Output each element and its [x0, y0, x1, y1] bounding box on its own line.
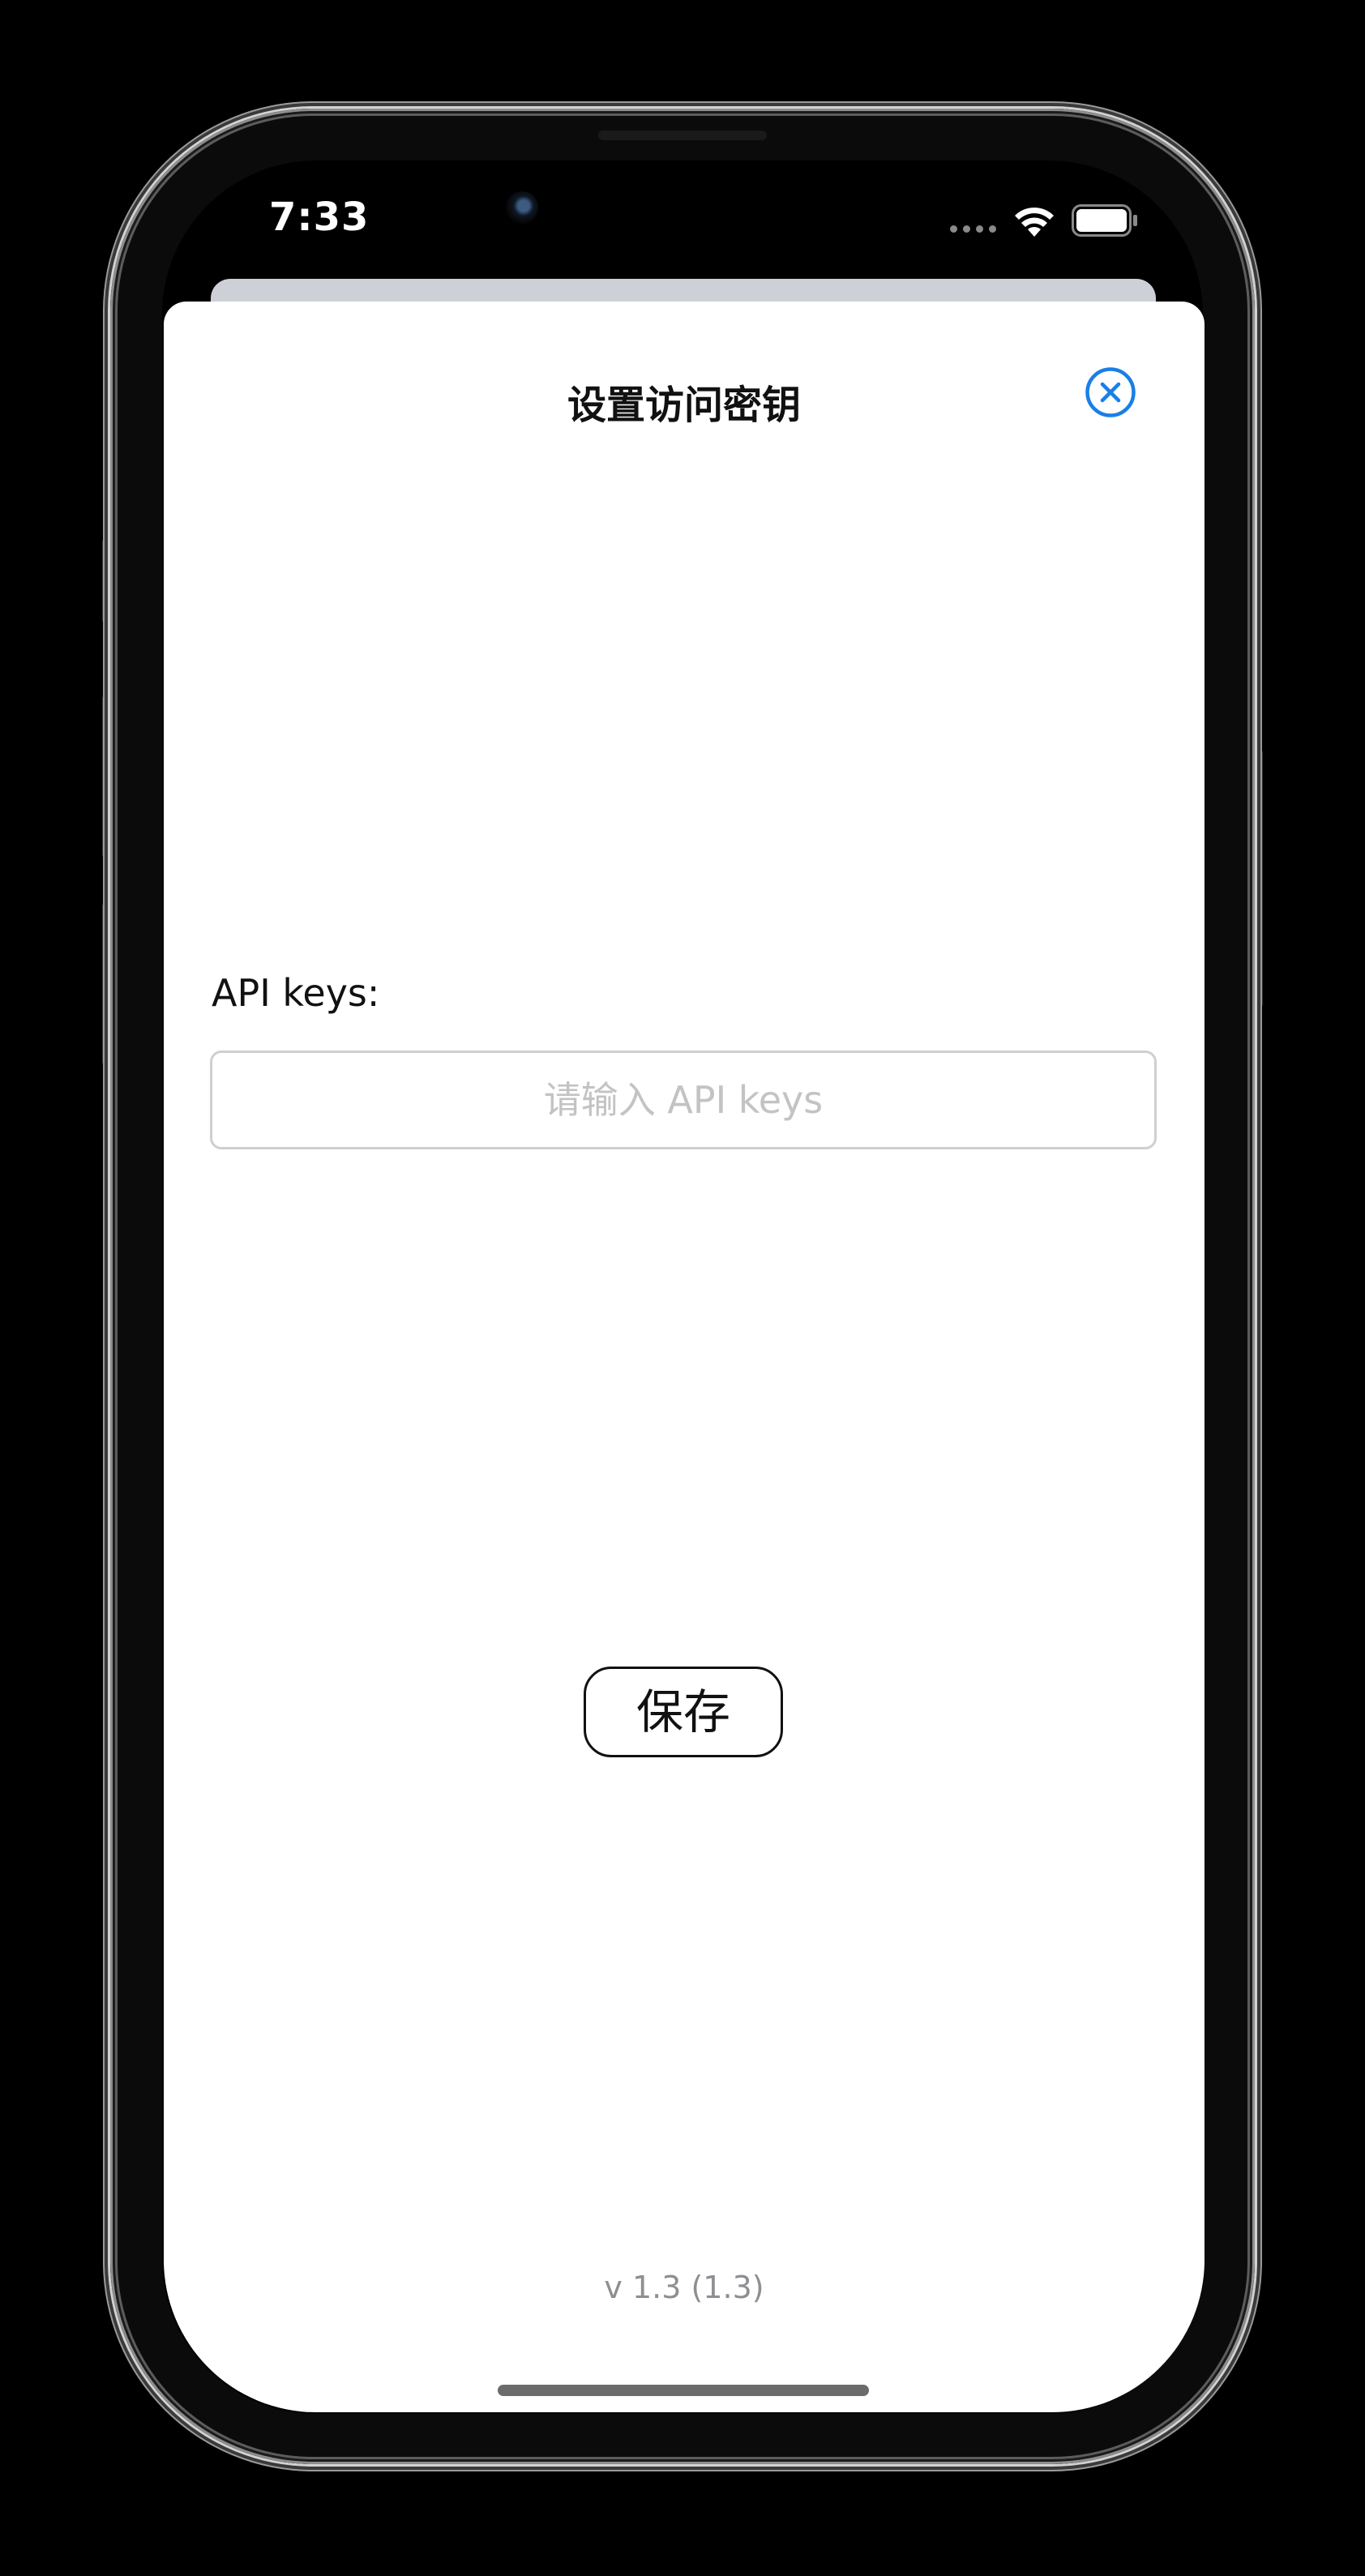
api-keys-input[interactable] — [210, 1051, 1157, 1149]
earpiece-speaker — [598, 131, 767, 140]
battery-icon — [1072, 204, 1137, 237]
front-camera — [506, 191, 538, 224]
home-indicator[interactable] — [498, 2385, 869, 2396]
signal-dots-icon — [950, 225, 996, 233]
version-label: v 1.3 (1.3) — [604, 2270, 764, 2305]
api-key-sheet: 设置访问密钥 API keys: 保存 v 1.3 (1.3) — [164, 302, 1205, 2412]
api-keys-label: API keys: — [212, 971, 380, 1015]
save-button[interactable]: 保存 — [584, 1667, 783, 1757]
sheet-title: 设置访问密钥 — [567, 383, 801, 428]
device-stage: 7:33 设置访问密钥 API keys: 保存 v 1.3 (1.3) — [0, 0, 1365, 2576]
status-time: 7:33 — [269, 195, 370, 240]
close-circle-icon[interactable] — [1085, 366, 1136, 418]
wifi-icon — [1015, 208, 1054, 237]
